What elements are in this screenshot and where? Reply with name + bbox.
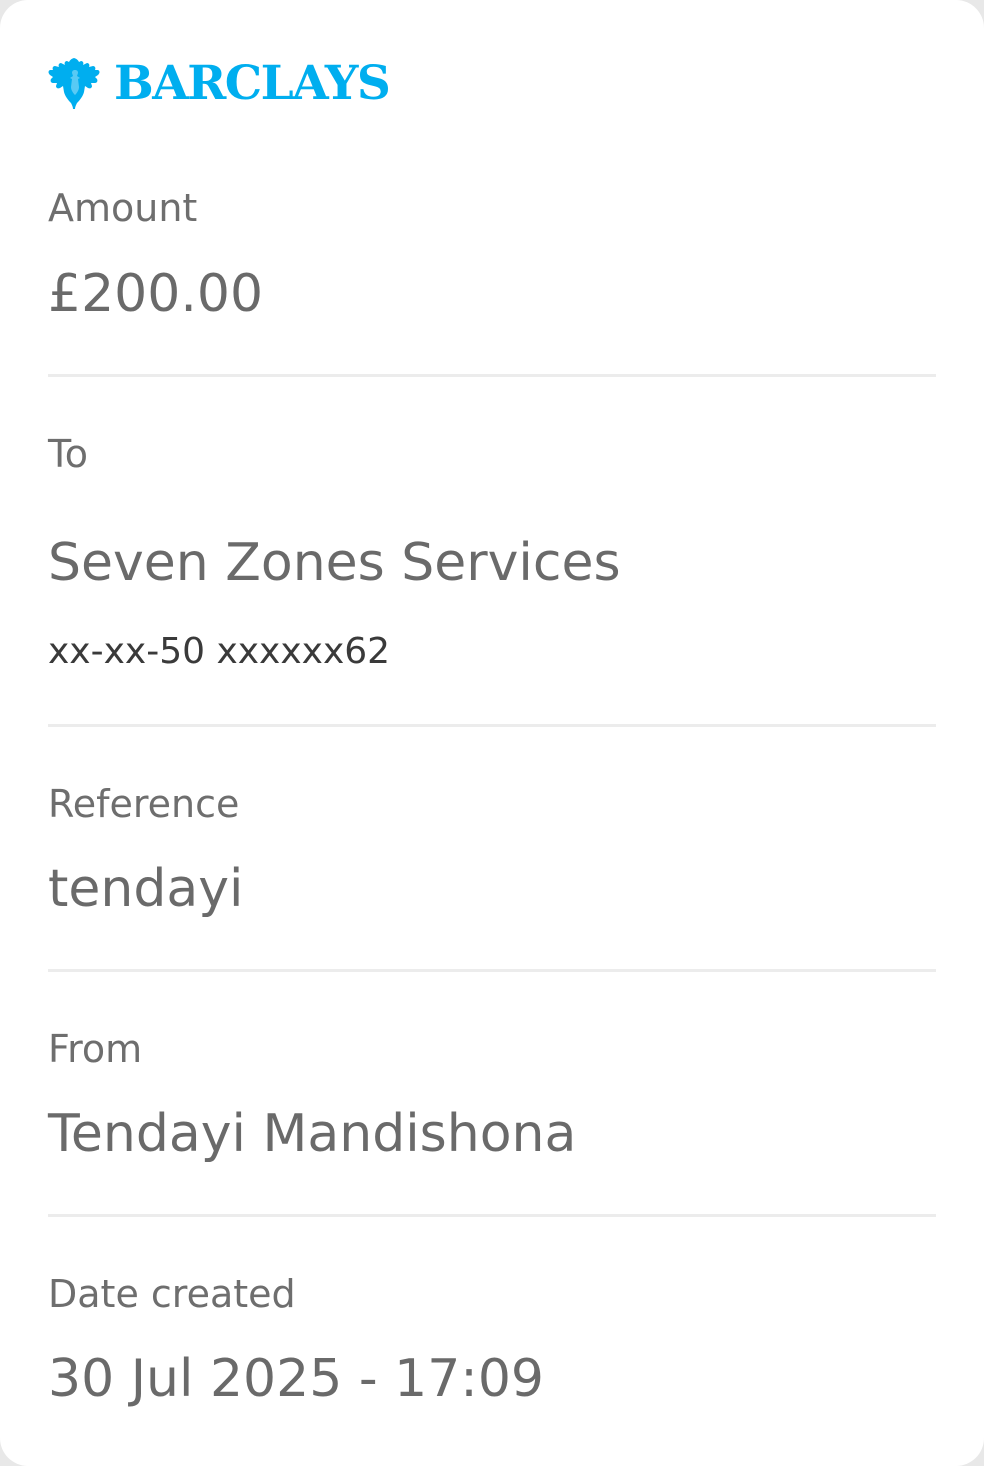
from-label: From bbox=[48, 1027, 143, 1071]
brand-name: BARCLAYS bbox=[114, 56, 391, 111]
divider bbox=[48, 969, 936, 972]
payee-account-number: xx-xx-50 xxxxxx62 bbox=[48, 631, 391, 672]
barclays-eagle-icon bbox=[48, 58, 100, 109]
date-created-value: 30 Jul 2025 - 17:09 bbox=[48, 1349, 544, 1409]
reference-label: Reference bbox=[48, 782, 240, 826]
date-created-label: Date created bbox=[48, 1272, 296, 1316]
divider bbox=[48, 724, 936, 727]
divider bbox=[48, 374, 936, 377]
payment-receipt-card: BARCLAYS Amount £200.00 To Seven Zones S… bbox=[0, 0, 984, 1466]
reference-value: tendayi bbox=[48, 859, 244, 919]
barclays-logo: BARCLAYS bbox=[48, 56, 391, 112]
divider bbox=[48, 1214, 936, 1217]
payer-name: Tendayi Mandishona bbox=[48, 1104, 577, 1164]
to-label: To bbox=[48, 432, 89, 476]
amount-value: £200.00 bbox=[48, 264, 264, 324]
amount-label: Amount bbox=[48, 186, 198, 230]
payee-name: Seven Zones Services bbox=[48, 533, 621, 593]
